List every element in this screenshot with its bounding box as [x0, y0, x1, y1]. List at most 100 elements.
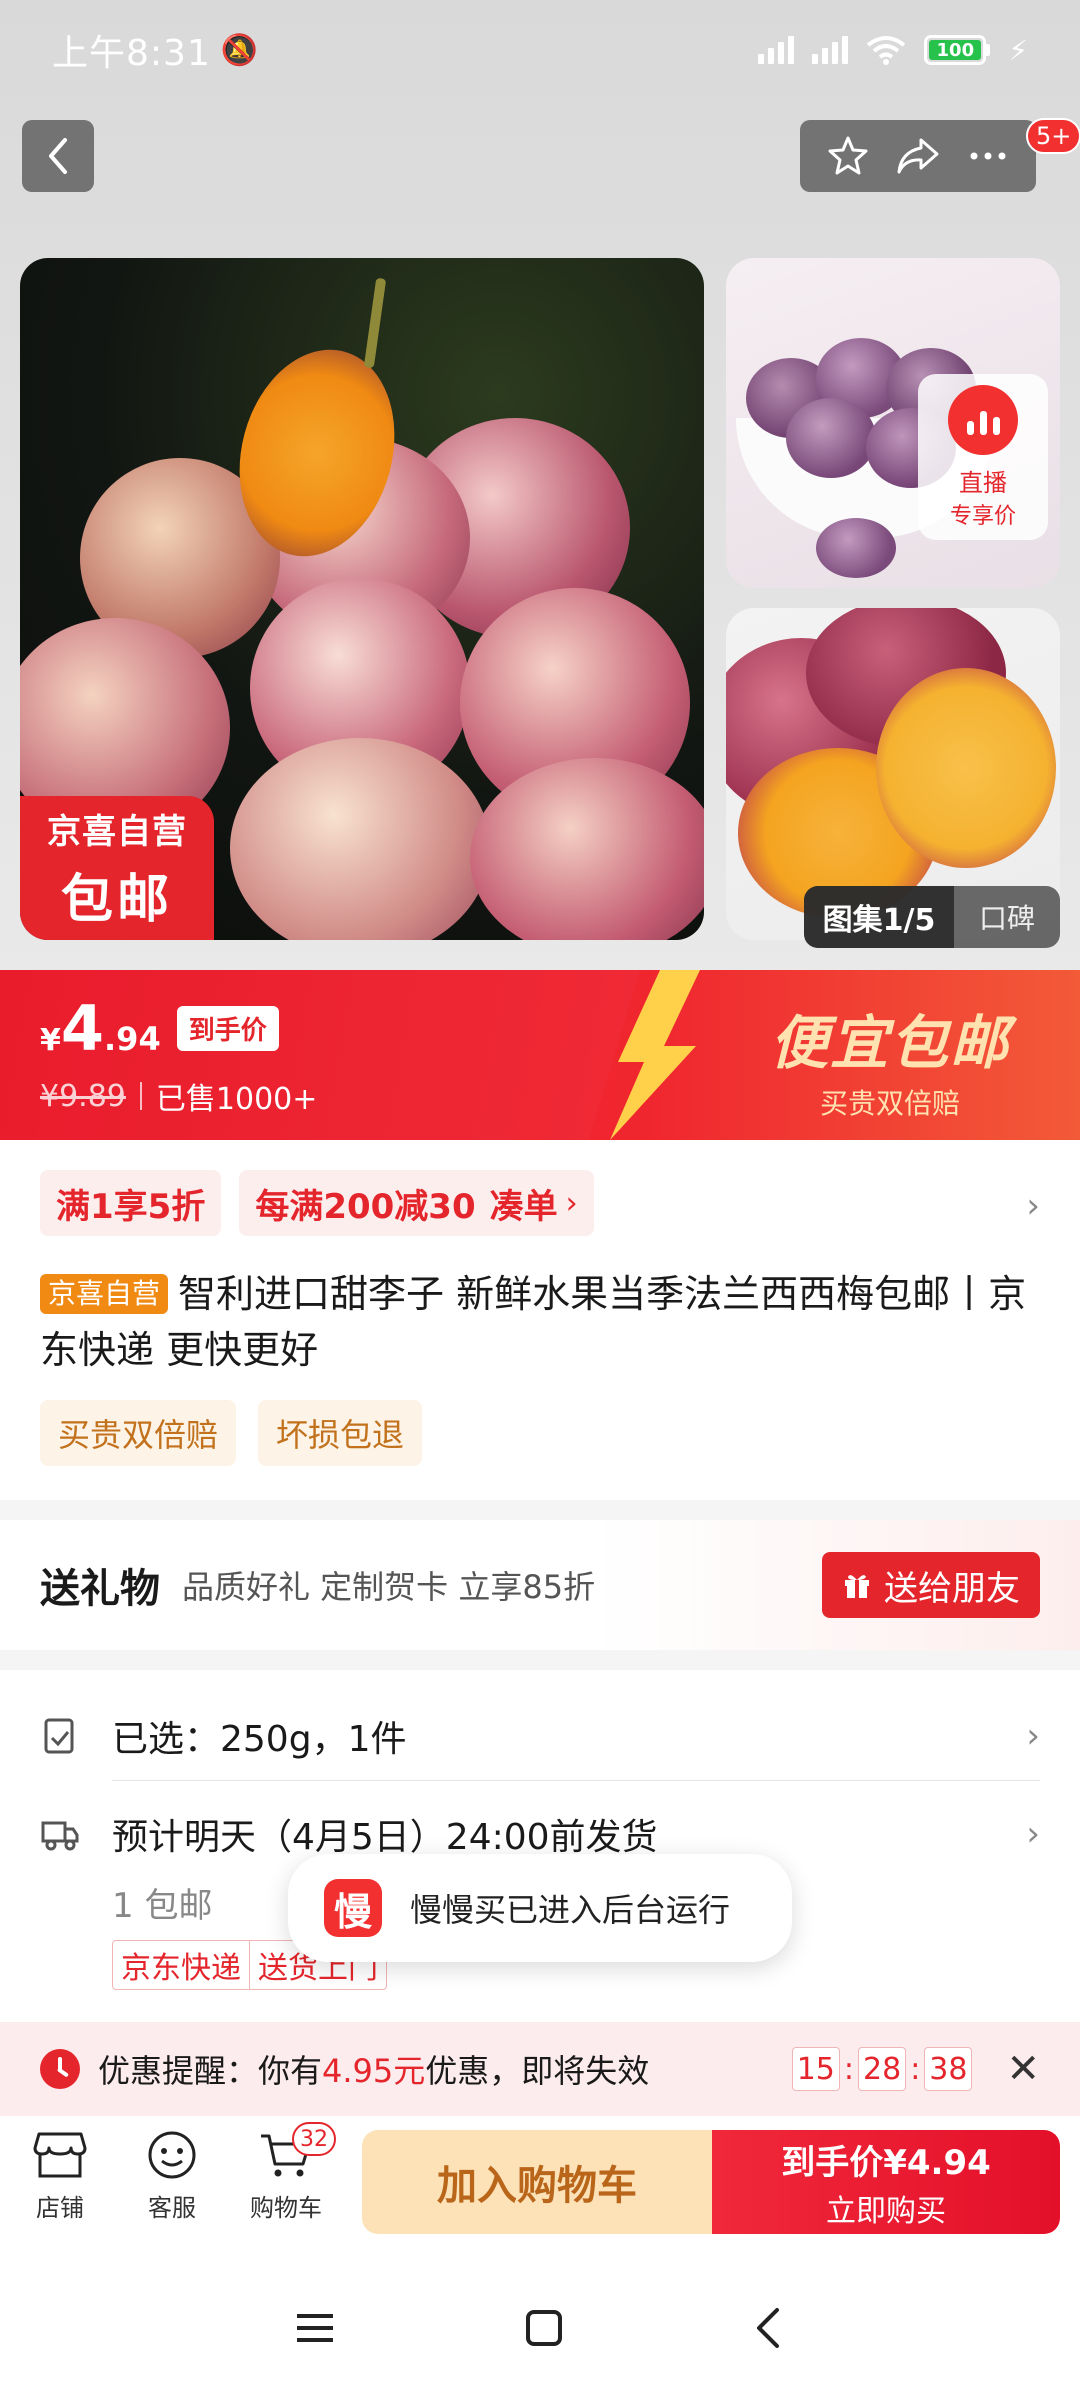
- product-title: 京喜自营 智利进口甜李子 新鲜水果当季法兰西西梅包邮丨京东快递 更快更好: [40, 1266, 1050, 1378]
- toast-message: 慢慢买已进入后台运行: [410, 1891, 731, 1929]
- promo-subtitle: 买贵双倍赔: [819, 1087, 960, 1120]
- reminder-prefix: 优惠提醒：你有: [98, 2052, 323, 2090]
- delivery-row[interactable]: 预计明天（4月5日）24:00前发货 ›: [40, 1808, 1040, 1860]
- back-nav-icon[interactable]: [751, 2306, 787, 2350]
- reviews-tab[interactable]: 口碑: [954, 886, 1060, 948]
- coupon-label: 满1享5折: [56, 1186, 206, 1227]
- final-price: ¥ 4 .94 到手价: [40, 992, 279, 1065]
- signal-icon: [758, 36, 795, 64]
- self-tag-line1: 京喜自营: [47, 812, 187, 852]
- chevron-right-icon: ›: [1026, 1814, 1040, 1854]
- top-actions: [800, 120, 1036, 192]
- chevron-right-icon[interactable]: ›: [1026, 1186, 1040, 1226]
- spec-section: 已选：250g，1件 › 预计明天（4月5日）24:00前发货 › 1 包邮 京…: [0, 1670, 1080, 2022]
- background-toast: 慢 慢慢买已进入后台运行: [288, 1854, 792, 1962]
- add-to-cart-button[interactable]: 加入购物车: [362, 2130, 712, 2234]
- gift-icon: [845, 1575, 869, 1598]
- home-icon[interactable]: [522, 2306, 566, 2350]
- service-label: 客服: [148, 2194, 196, 2222]
- status-bar: 上午8:31 🔕 100 ⚡: [0, 0, 1080, 100]
- battery-icon: 100: [924, 35, 991, 65]
- charging-icon: ⚡: [1008, 33, 1028, 67]
- gallery-counter-tab[interactable]: 图集1/5: [804, 886, 954, 948]
- original-price: ¥9.89: [40, 1078, 126, 1114]
- selected-spec-row[interactable]: 已选：250g，1件 ›: [40, 1710, 1040, 1762]
- buy-now-button[interactable]: 到手价¥4.94 立即购买: [712, 2130, 1060, 2234]
- price-decimal: .94: [104, 1020, 161, 1058]
- service-tags: 买贵双倍赔 坏损包退: [40, 1400, 423, 1466]
- service-tag[interactable]: 买贵双倍赔: [40, 1400, 237, 1466]
- product-gallery: 上午8:31 🔕 100 ⚡ 5+ 京喜自营 包邮 直播 专享价 图集1/5 口…: [0, 0, 1080, 970]
- reminder-amount: 4.95元: [322, 2052, 426, 2090]
- shipping-tag: 京东快递: [121, 1951, 241, 1986]
- customer-service-button[interactable]: 客服: [122, 2130, 222, 2223]
- live-icon: [948, 384, 1018, 455]
- more-icon[interactable]: [966, 134, 1010, 178]
- live-label: 直播: [959, 468, 1007, 497]
- service-icon: [148, 2131, 196, 2179]
- app-logo-icon: 慢: [324, 1879, 382, 1937]
- system-navigation-bar: [0, 2256, 1080, 2400]
- reminder-text: 优惠提醒：你有4.95元优惠，即将失效: [98, 2046, 649, 2092]
- send-gift-button[interactable]: 送给朋友: [822, 1552, 1040, 1618]
- truck-icon: [41, 1821, 79, 1851]
- chevron-left-icon: [49, 138, 67, 174]
- plum-image: [786, 398, 876, 478]
- price-label-badge: 到手价: [176, 1006, 279, 1051]
- share-icon[interactable]: [895, 134, 941, 178]
- send-gift-label: 送给朋友: [884, 1568, 1020, 1609]
- reminder-suffix: 优惠，即将失效: [425, 2052, 650, 2090]
- countdown-timer: 15 : 28 : 38: [791, 2047, 973, 2091]
- live-stream-button[interactable]: 直播 专享价: [918, 374, 1048, 540]
- message-badge: 5+: [1026, 118, 1080, 154]
- promo-slogan: 便宜包邮 买贵双倍赔: [720, 996, 1060, 1122]
- store-button[interactable]: 店铺: [10, 2130, 110, 2223]
- timer-minutes: 28: [858, 2047, 907, 2091]
- live-sublabel: 专享价: [949, 503, 1016, 529]
- back-button[interactable]: [22, 120, 94, 192]
- status-time: 上午8:31: [52, 33, 211, 74]
- close-icon[interactable]: ✕: [1006, 2046, 1040, 2092]
- gallery-tabs: 图集1/5 口碑: [804, 886, 1060, 948]
- self-operated-badge: 京喜自营 包邮: [20, 796, 214, 940]
- product-info: 满1享5折 每满200减30 凑单 › › 京喜自营 智利进口甜李子 新鲜水果当季…: [0, 1140, 1080, 1500]
- store-icon: [33, 2132, 87, 2178]
- main-product-image[interactable]: 京喜自营 包邮: [20, 258, 704, 940]
- favorite-star-icon[interactable]: [826, 134, 870, 178]
- chevron-right-icon: ›: [1026, 1716, 1040, 1756]
- chevron-right-icon: ›: [565, 1185, 578, 1221]
- mute-bell-icon: 🔕: [220, 32, 259, 68]
- spec-icon: [44, 1718, 74, 1754]
- currency-symbol: ¥: [40, 1023, 61, 1058]
- coupon-threshold[interactable]: 每满200减30 凑单 ›: [239, 1170, 594, 1236]
- buy-price: ¥4.94: [883, 2142, 991, 2183]
- timer-hours: 15: [791, 2047, 840, 2091]
- buy-action-label: 立即购买: [826, 2193, 946, 2229]
- menu-icon[interactable]: [293, 2308, 337, 2348]
- self-tag-line2: 包邮: [60, 870, 173, 930]
- coupon-reminder: 优惠提醒：你有4.95元优惠，即将失效 15 : 28 : 38 ✕: [0, 2022, 1080, 2116]
- buy-price-line: 到手价¥4.94: [781, 2135, 991, 2184]
- store-label: 店铺: [36, 2194, 84, 2222]
- selected-spec: 已选：250g，1件: [112, 1719, 407, 1760]
- plum-stem: [363, 277, 387, 369]
- clock-icon: [40, 2049, 80, 2089]
- sold-count: 已售1000+: [155, 1082, 318, 1117]
- service-tag[interactable]: 坏损包退: [258, 1400, 423, 1466]
- coupon-label: 每满200减30: [255, 1186, 476, 1227]
- coupon-row[interactable]: 满1享5折 每满200减30 凑单 ›: [40, 1170, 594, 1236]
- divider: [139, 1082, 142, 1110]
- cart-button[interactable]: 32 购物车: [236, 2122, 336, 2223]
- price-subline: ¥9.89 已售1000+: [40, 1074, 317, 1118]
- buy-price-label: 到手价: [781, 2142, 884, 2183]
- shipping-fee: 1 包邮: [112, 1886, 213, 1926]
- wifi-icon: [867, 36, 906, 65]
- coupon-action: 凑单: [489, 1186, 558, 1227]
- timer-seconds: 38: [924, 2047, 973, 2091]
- coupon-discount[interactable]: 满1享5折: [40, 1170, 222, 1236]
- delivery-estimate: 预计明天（4月5日）24:00前发货: [112, 1817, 658, 1858]
- price-banner: ¥ 4 .94 到手价 ¥9.89 已售1000+ 便宜包邮 买贵双倍赔: [0, 970, 1080, 1140]
- battery-level: 100: [929, 40, 982, 61]
- bottom-action-bar: 店铺 客服 32 购物车 加入购物车 到手价¥4.94 立即购买: [0, 2116, 1080, 2256]
- cart-label: 购物车: [250, 2194, 322, 2222]
